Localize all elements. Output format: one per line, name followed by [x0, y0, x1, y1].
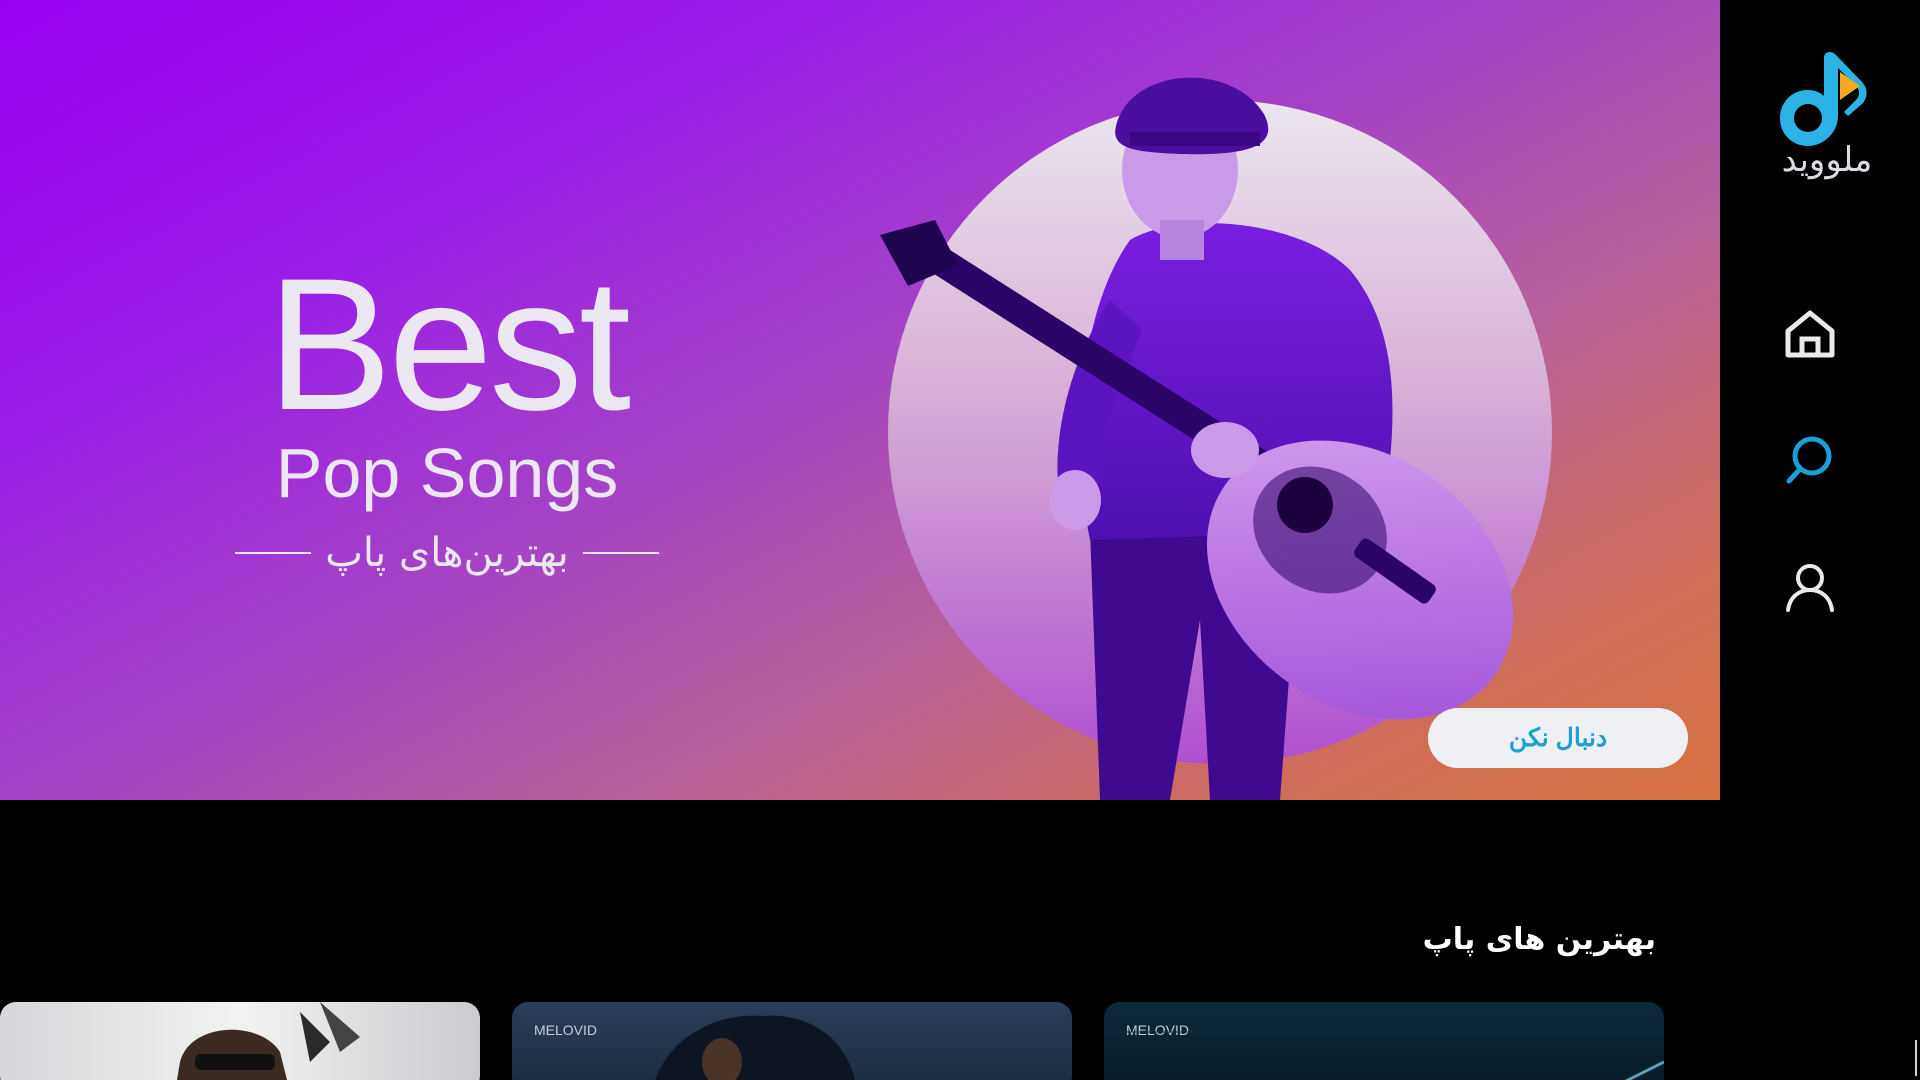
video-card[interactable] [0, 1002, 480, 1080]
app-root: Best Pop Songs بهترین‌های پاپ [0, 0, 1920, 1080]
app-logo[interactable]: ملووید [1772, 46, 1882, 186]
video-thumbnail [1104, 1031, 1664, 1080]
scrollbar-thumb[interactable] [1915, 1040, 1917, 1076]
video-card[interactable]: MELOVID [512, 1002, 1072, 1080]
nav-search-button[interactable] [1782, 432, 1838, 488]
hero-subtitle-fa-row: بهترین‌های پاپ [232, 530, 662, 576]
hero-text-block: Best Pop Songs بهترین‌های پاپ [232, 250, 662, 576]
hero-title: Best [266, 239, 631, 449]
hero-subtitle-fa: بهترین‌های پاپ [325, 530, 569, 576]
video-thumbnail [177, 1002, 360, 1080]
sidebar: ملووید [1720, 0, 1920, 1080]
app-logo-text: ملووید [1781, 140, 1873, 180]
hero-subtitle: Pop Songs [275, 434, 619, 512]
user-icon [1786, 564, 1834, 612]
hero-divider-line [235, 552, 312, 554]
video-card[interactable]: MELOVID [1104, 1002, 1664, 1080]
search-icon [1786, 436, 1832, 484]
nav-profile-button[interactable] [1782, 560, 1838, 616]
hero-divider-line [582, 552, 659, 554]
music-note-icon [1780, 52, 1867, 146]
home-icon [1785, 310, 1835, 358]
hero-artist-image [880, 77, 1552, 800]
nav-home-button[interactable] [1782, 305, 1838, 361]
section-title: بهترین های پاپ [1422, 922, 1656, 957]
video-thumbnail [655, 1015, 856, 1080]
hero-banner[interactable]: Best Pop Songs بهترین‌های پاپ [0, 0, 1720, 800]
unfollow-button[interactable]: دنبال نکن [1428, 708, 1688, 768]
